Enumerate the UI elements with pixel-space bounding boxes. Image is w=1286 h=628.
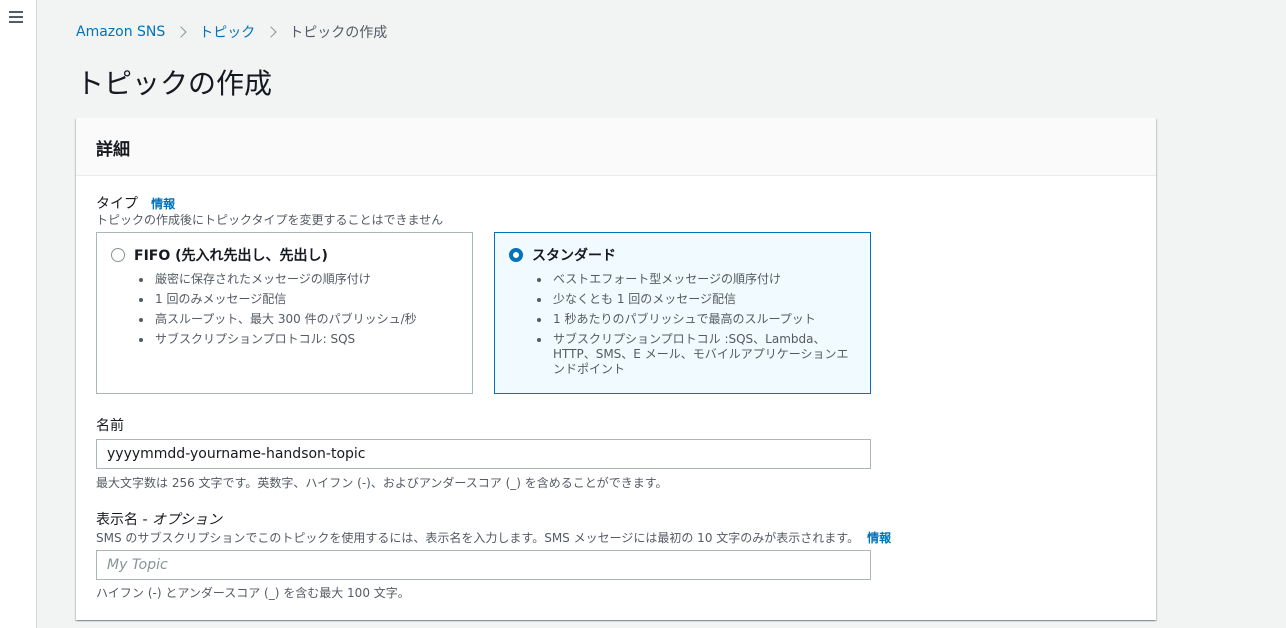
name-label: 名前 bbox=[96, 418, 124, 434]
list-item: 高スループット、最大 300 件のパブリッシュ/秒 bbox=[139, 312, 458, 327]
display-name-label-text: 表示名 - bbox=[96, 512, 152, 528]
optional-marker: オプション bbox=[151, 512, 222, 528]
radio-fifo[interactable] bbox=[111, 248, 125, 262]
tile-title-fifo: FIFO (先入れ先出し、先出し) bbox=[134, 248, 328, 264]
type-description: トピックの作成後にトピックタイプを変更することはできません bbox=[96, 213, 444, 227]
breadcrumb-topics[interactable]: トピック bbox=[199, 22, 255, 42]
name-constraint: 最大文字数は 256 文字です。英数字、ハイフン (-)、およびアンダースコア … bbox=[96, 476, 668, 490]
list-item: ベストエフォート型メッセージの順序付け bbox=[537, 272, 856, 287]
standard-feature-list: ベストエフォート型メッセージの順序付け 少なくとも 1 回のメッセージ配信 1 … bbox=[509, 272, 856, 377]
chevron-right-icon bbox=[265, 26, 277, 38]
list-item: サブスクリプションプロトコル: SQS bbox=[139, 332, 458, 347]
details-heading: 詳細 bbox=[96, 140, 130, 160]
fifo-feature-list: 厳密に保存されたメッセージの順序付け 1 回のみメッセージ配信 高スループット、… bbox=[111, 272, 458, 347]
list-item: 1 秒あたりのパブリッシュで最高のスループット bbox=[537, 312, 856, 327]
breadcrumb: Amazon SNS トピック トピックの作成 bbox=[76, 22, 387, 42]
type-tile-standard[interactable]: スタンダード ベストエフォート型メッセージの順序付け 少なくとも 1 回のメッセ… bbox=[494, 232, 871, 394]
breadcrumb-current: トピックの作成 bbox=[289, 25, 388, 41]
chevron-right-icon bbox=[175, 26, 187, 38]
display-name-constraint: ハイフン (-) とアンダースコア (_) を含む最大 100 文字。 bbox=[96, 586, 410, 600]
type-label: タイプ bbox=[96, 196, 138, 212]
left-nav-rail bbox=[0, 0, 37, 628]
display-name-description-row: SMS のサブスクリプションでこのトピックを使用するには、表示名を入力します。S… bbox=[96, 529, 891, 546]
name-input[interactable] bbox=[96, 439, 871, 469]
list-item: サブスクリプションプロトコル :SQS、Lambda、HTTP、SMS、E メー… bbox=[537, 332, 856, 377]
type-info-link[interactable]: 情報 bbox=[151, 197, 175, 211]
display-name-input[interactable] bbox=[96, 550, 871, 580]
tile-title-standard: スタンダード bbox=[532, 248, 616, 264]
type-field-label: タイプ 情報 bbox=[96, 193, 175, 213]
breadcrumb-sns[interactable]: Amazon SNS bbox=[76, 24, 165, 40]
list-item: 少なくとも 1 回のメッセージ配信 bbox=[537, 292, 856, 307]
page-title: トピックの作成 bbox=[76, 67, 273, 100]
display-name-info-link[interactable]: 情報 bbox=[867, 529, 891, 546]
list-item: 1 回のみメッセージ配信 bbox=[139, 292, 458, 307]
hamburger-menu-icon[interactable] bbox=[9, 11, 23, 23]
radio-standard[interactable] bbox=[509, 248, 523, 262]
display-name-label: 表示名 - オプション bbox=[96, 509, 222, 529]
type-tile-fifo[interactable]: FIFO (先入れ先出し、先出し) 厳密に保存されたメッセージの順序付け 1 回… bbox=[96, 232, 473, 394]
details-panel: 詳細 タイプ 情報 トピックの作成後にトピックタイプを変更することはできません … bbox=[76, 118, 1156, 620]
list-item: 厳密に保存されたメッセージの順序付け bbox=[139, 272, 458, 287]
display-name-description: SMS のサブスクリプションでこのトピックを使用するには、表示名を入力します。S… bbox=[96, 531, 860, 545]
details-panel-header: 詳細 bbox=[76, 118, 1156, 176]
